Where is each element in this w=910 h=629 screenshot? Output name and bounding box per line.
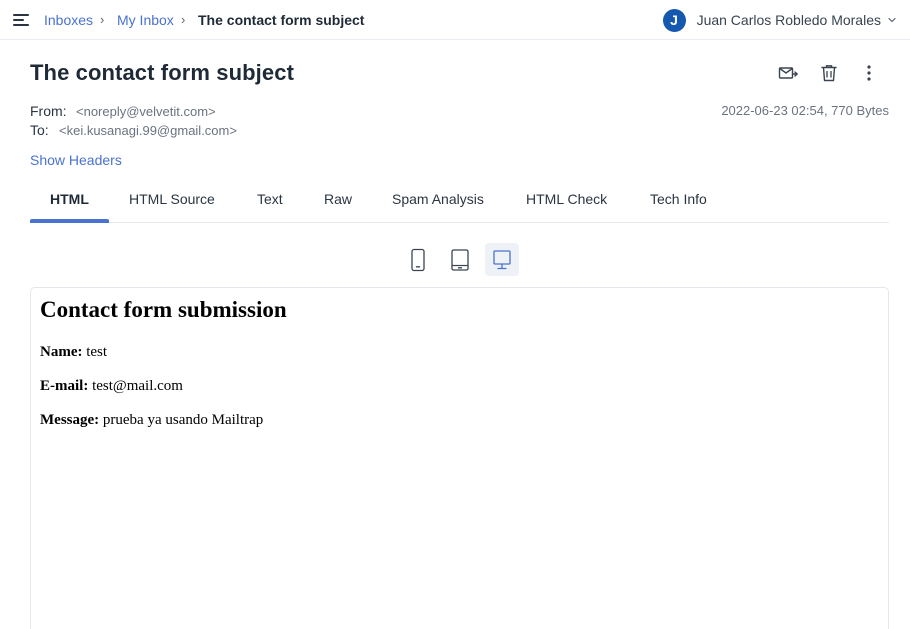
- tab-html-check[interactable]: HTML Check: [526, 191, 607, 207]
- forward-icon[interactable]: [777, 62, 799, 84]
- email-heading: Contact form submission: [40, 297, 287, 322]
- show-headers-link[interactable]: Show Headers: [30, 152, 122, 168]
- tab-raw[interactable]: Raw: [324, 191, 352, 207]
- menu-icon[interactable]: [13, 12, 31, 28]
- breadcrumb-separator: ›: [181, 12, 186, 27]
- email-preview-frame[interactable]: Contact form submission Name: test E-mai…: [30, 287, 889, 629]
- email-field-value: test: [86, 344, 108, 360]
- more-vertical-icon[interactable]: [858, 62, 880, 84]
- to-label: To:: [30, 122, 49, 138]
- email-field-value: prueba ya usando Mailtrap: [102, 412, 264, 428]
- view-tabs: HTML HTML Source Text Raw Spam Analysis …: [30, 180, 889, 223]
- breadcrumb-my-inbox[interactable]: My Inbox: [117, 12, 174, 28]
- mobile-icon: [411, 248, 425, 271]
- email-field-message: Message: prueba ya usando Mailtrap: [40, 412, 263, 429]
- tab-tech-info[interactable]: Tech Info: [650, 191, 707, 207]
- tab-html-source[interactable]: HTML Source: [129, 191, 215, 207]
- email-field-email: E-mail: test@mail.com: [40, 378, 183, 395]
- top-bar: Inboxes › My Inbox › The contact form su…: [0, 0, 910, 40]
- tab-html[interactable]: HTML: [50, 191, 89, 207]
- user-name: Juan Carlos Robledo Morales: [696, 12, 881, 28]
- mobile-view-button[interactable]: [401, 243, 435, 276]
- user-menu[interactable]: J Juan Carlos Robledo Morales: [662, 8, 896, 32]
- breadcrumb-separator: ›: [100, 12, 105, 27]
- breadcrumb-current: The contact form subject: [198, 12, 365, 28]
- desktop-view-button[interactable]: [485, 243, 519, 276]
- email-field-value: test@mail.com: [92, 378, 183, 394]
- avatar: J: [662, 8, 686, 32]
- active-tab-indicator: [30, 219, 109, 223]
- desktop-icon: [493, 249, 511, 269]
- email-field-label: Message:: [40, 412, 100, 428]
- trash-icon[interactable]: [818, 62, 840, 84]
- from-address: <noreply@velvetit.com>: [76, 104, 216, 119]
- breadcrumb-inboxes[interactable]: Inboxes: [44, 12, 93, 28]
- tab-spam-analysis[interactable]: Spam Analysis: [392, 191, 484, 207]
- tablet-view-button[interactable]: [443, 243, 477, 276]
- email-field-label: E-mail:: [40, 378, 89, 394]
- chevron-down-icon: [888, 17, 896, 23]
- message-subject: The contact form subject: [30, 60, 294, 85]
- email-field-name: Name: test: [40, 344, 107, 361]
- tab-text[interactable]: Text: [257, 191, 283, 207]
- from-label: From:: [30, 103, 67, 119]
- email-field-label: Name:: [40, 344, 83, 360]
- message-date-size: 2022-06-23 02:54, 770 Bytes: [721, 103, 889, 118]
- to-address: <kei.kusanagi.99@gmail.com>: [59, 123, 237, 138]
- tablet-icon: [451, 248, 469, 271]
